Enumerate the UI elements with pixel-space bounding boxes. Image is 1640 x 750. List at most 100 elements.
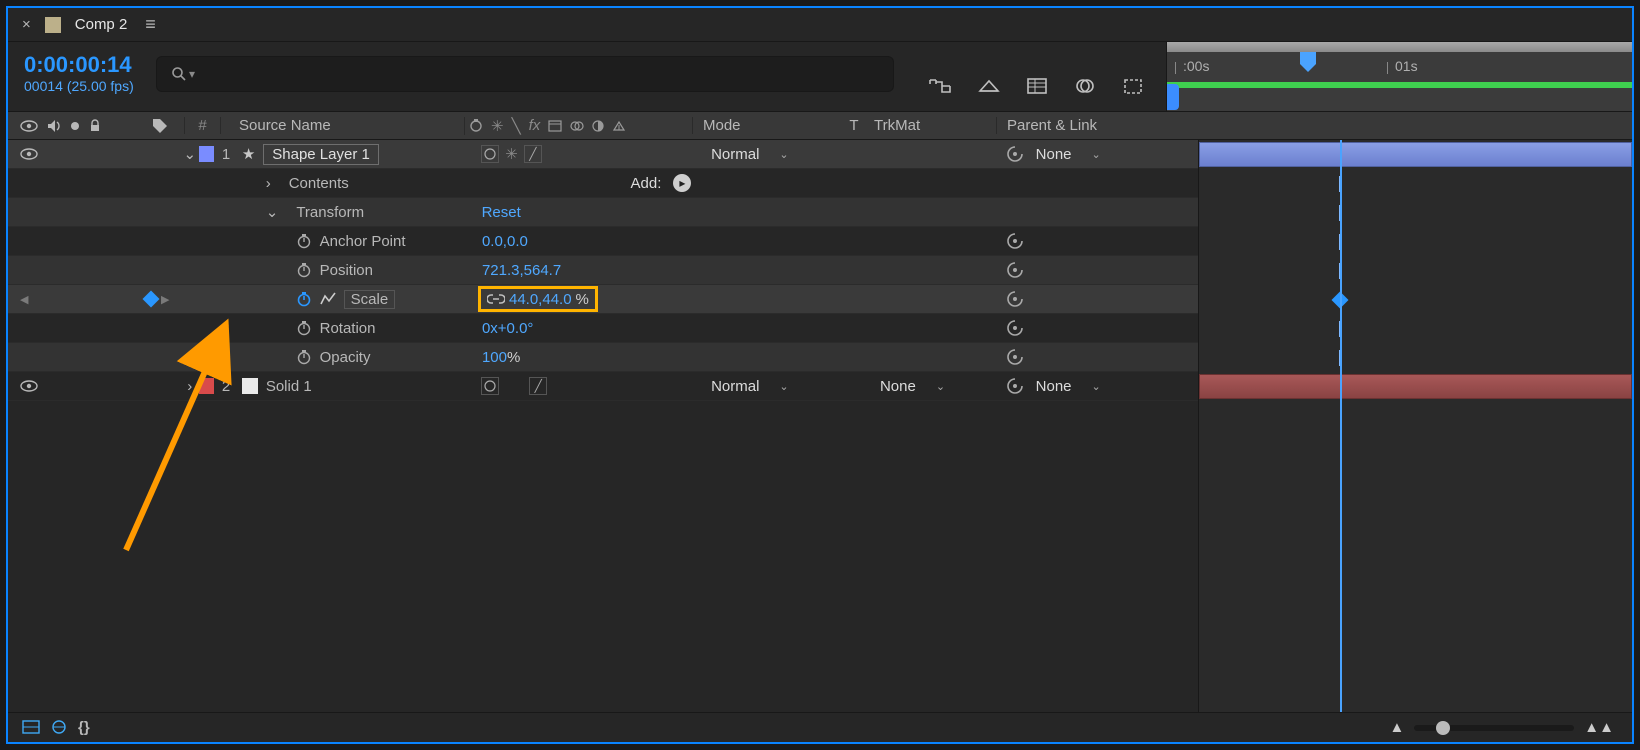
brackets-button[interactable]: {} [78,719,90,736]
audio-column-icon[interactable] [46,119,62,133]
search-icon [171,66,187,82]
transform-group-row[interactable]: ⌄Transform Reset [8,198,1198,227]
opacity-row[interactable]: Opacity 100% [8,343,1198,372]
pickwhip-icon[interactable] [1006,290,1024,308]
quality-switch[interactable]: ╱ [529,377,547,395]
anchor-point-value[interactable]: 0.0,0.0 [482,233,528,250]
chevron-down-icon: ⌄ [779,148,788,161]
playhead-handle[interactable] [1298,52,1318,70]
panel-tab-bar: × Comp 2 ≡ [8,8,1632,42]
twirl-right-icon[interactable]: › [181,378,199,395]
tab-menu-button[interactable]: ≡ [145,14,156,35]
layer-row-2[interactable]: › 2 Solid 1 ╱ Normal⌄ None⌄ None⌄ [8,372,1198,401]
layer-row-1[interactable]: ⌄ 1 ★ Shape Layer 1 ✳ ╱ Normal⌄ None⌄ [8,140,1198,169]
motion-blur-icon[interactable] [1120,75,1146,97]
scale-row[interactable]: ◀ ▶ Scale 44.0,44.0% [8,285,1198,314]
stopwatch-icon[interactable] [296,291,312,307]
column-header: # Source Name ✳ ╲ fx Mode T TrkMat Paren… [8,112,1632,140]
search-input[interactable]: ▾ [156,56,894,92]
rotation-row[interactable]: Rotation 0x+0.0° [8,314,1198,343]
stopwatch-icon[interactable] [296,262,312,278]
layer-name[interactable]: Solid 1 [266,378,312,395]
solo-column-icon[interactable] [70,121,80,131]
opacity-value[interactable]: 100% [482,349,520,366]
pickwhip-icon[interactable] [1006,348,1024,366]
add-label: Add: [631,175,662,192]
blend-mode-dropdown[interactable]: Normal⌄ [711,378,789,395]
parent-link-column-header[interactable]: Parent & Link [996,117,1198,134]
label-column-icon[interactable] [152,118,168,134]
add-keyframe-button[interactable] [143,291,160,308]
composition-flowchart-icon[interactable] [928,75,954,97]
pickwhip-icon[interactable] [1006,377,1024,395]
shy-switch[interactable] [481,145,499,163]
twirl-right-icon[interactable]: › [266,175,271,192]
zoom-slider[interactable] [1414,725,1574,731]
draft3d-icon[interactable] [976,75,1002,97]
parent-dropdown[interactable]: None⌄ [1036,378,1101,395]
toggle-modes-button[interactable] [50,719,68,735]
scale-value[interactable]: 44.0,44.0 [509,291,572,308]
source-name-column-header[interactable]: Source Name [220,117,464,134]
rotation-value[interactable]: 0x+0.0° [482,320,533,337]
next-keyframe-button[interactable]: ▶ [161,293,169,306]
parent-dropdown[interactable]: None⌄ [1036,146,1101,163]
video-column-icon[interactable] [20,119,38,133]
layer-name[interactable]: Shape Layer 1 [263,144,379,165]
hide-shy-layers-icon[interactable] [1024,75,1050,97]
label-color[interactable] [199,378,215,394]
time-ruler[interactable]: :00s 01s [1166,42,1632,111]
position-row[interactable]: Position 721.3,564.7 [8,256,1198,285]
twirl-down-icon[interactable]: ⌄ [181,145,199,163]
stopwatch-icon[interactable] [296,233,312,249]
layer-index: 2 [214,378,238,395]
layer-bar-1[interactable] [1199,142,1632,167]
preserve-transparency-column[interactable]: T [840,117,868,134]
visibility-toggle-icon[interactable] [20,145,38,163]
index-column-header[interactable]: # [184,117,220,134]
twirl-down-icon[interactable]: ⌄ [266,203,279,221]
label-color[interactable] [199,146,215,162]
pickwhip-icon[interactable] [1006,145,1024,163]
search-dropdown-icon[interactable]: ▾ [189,67,195,81]
panel-footer: {} ▲ ▲▲ [8,712,1632,742]
shy-switch[interactable] [481,377,499,395]
track-matte-dropdown[interactable]: None⌄ [880,378,945,395]
mode-column-header[interactable]: Mode [692,117,840,134]
visibility-toggle-icon[interactable] [20,377,38,395]
graph-editor-icon[interactable] [320,292,336,306]
toggle-switches-button[interactable] [22,719,40,735]
layer-index: 1 [214,146,238,163]
contents-group-row[interactable]: ›Contents Add: ▸ [8,169,1198,198]
tab-title[interactable]: Comp 2 [75,16,128,33]
add-shape-button[interactable]: ▸ [673,174,691,192]
pickwhip-icon[interactable] [1006,261,1024,279]
timeline-area[interactable] [1198,140,1632,712]
scale-value-highlight: 44.0,44.0% [478,286,598,312]
stopwatch-icon[interactable] [296,320,312,336]
work-area-bar[interactable] [1167,82,1632,88]
collapse-switch[interactable]: ✳ [505,145,518,163]
zoom-in-icon[interactable]: ▲▲ [1584,719,1614,736]
shape-layer-icon: ★ [242,145,255,163]
prev-keyframe-button[interactable]: ◀ [20,293,28,306]
reset-transform-link[interactable]: Reset [482,204,521,221]
work-area-start-handle[interactable] [1167,84,1179,110]
playhead-line[interactable] [1340,140,1342,712]
lock-column-icon[interactable] [88,119,102,133]
blend-mode-dropdown[interactable]: Normal⌄ [711,146,789,163]
pickwhip-icon[interactable] [1006,232,1024,250]
current-timecode[interactable]: 0:00:00:14 [24,52,156,78]
scale-property-label: Scale [344,290,396,309]
position-value[interactable]: 721.3,564.7 [482,262,561,279]
pickwhip-icon[interactable] [1006,319,1024,337]
frame-blending-icon[interactable] [1072,75,1098,97]
layer-bar-2[interactable] [1199,374,1632,399]
constrain-proportions-icon[interactable] [487,293,505,305]
anchor-point-row[interactable]: Anchor Point 0.0,0.0 [8,227,1198,256]
quality-switch[interactable]: ╱ [524,145,542,163]
close-tab-button[interactable]: × [22,16,31,33]
zoom-out-icon[interactable]: ▲ [1389,719,1404,736]
stopwatch-icon[interactable] [296,349,312,365]
track-matte-column-header[interactable]: TrkMat [868,117,996,134]
